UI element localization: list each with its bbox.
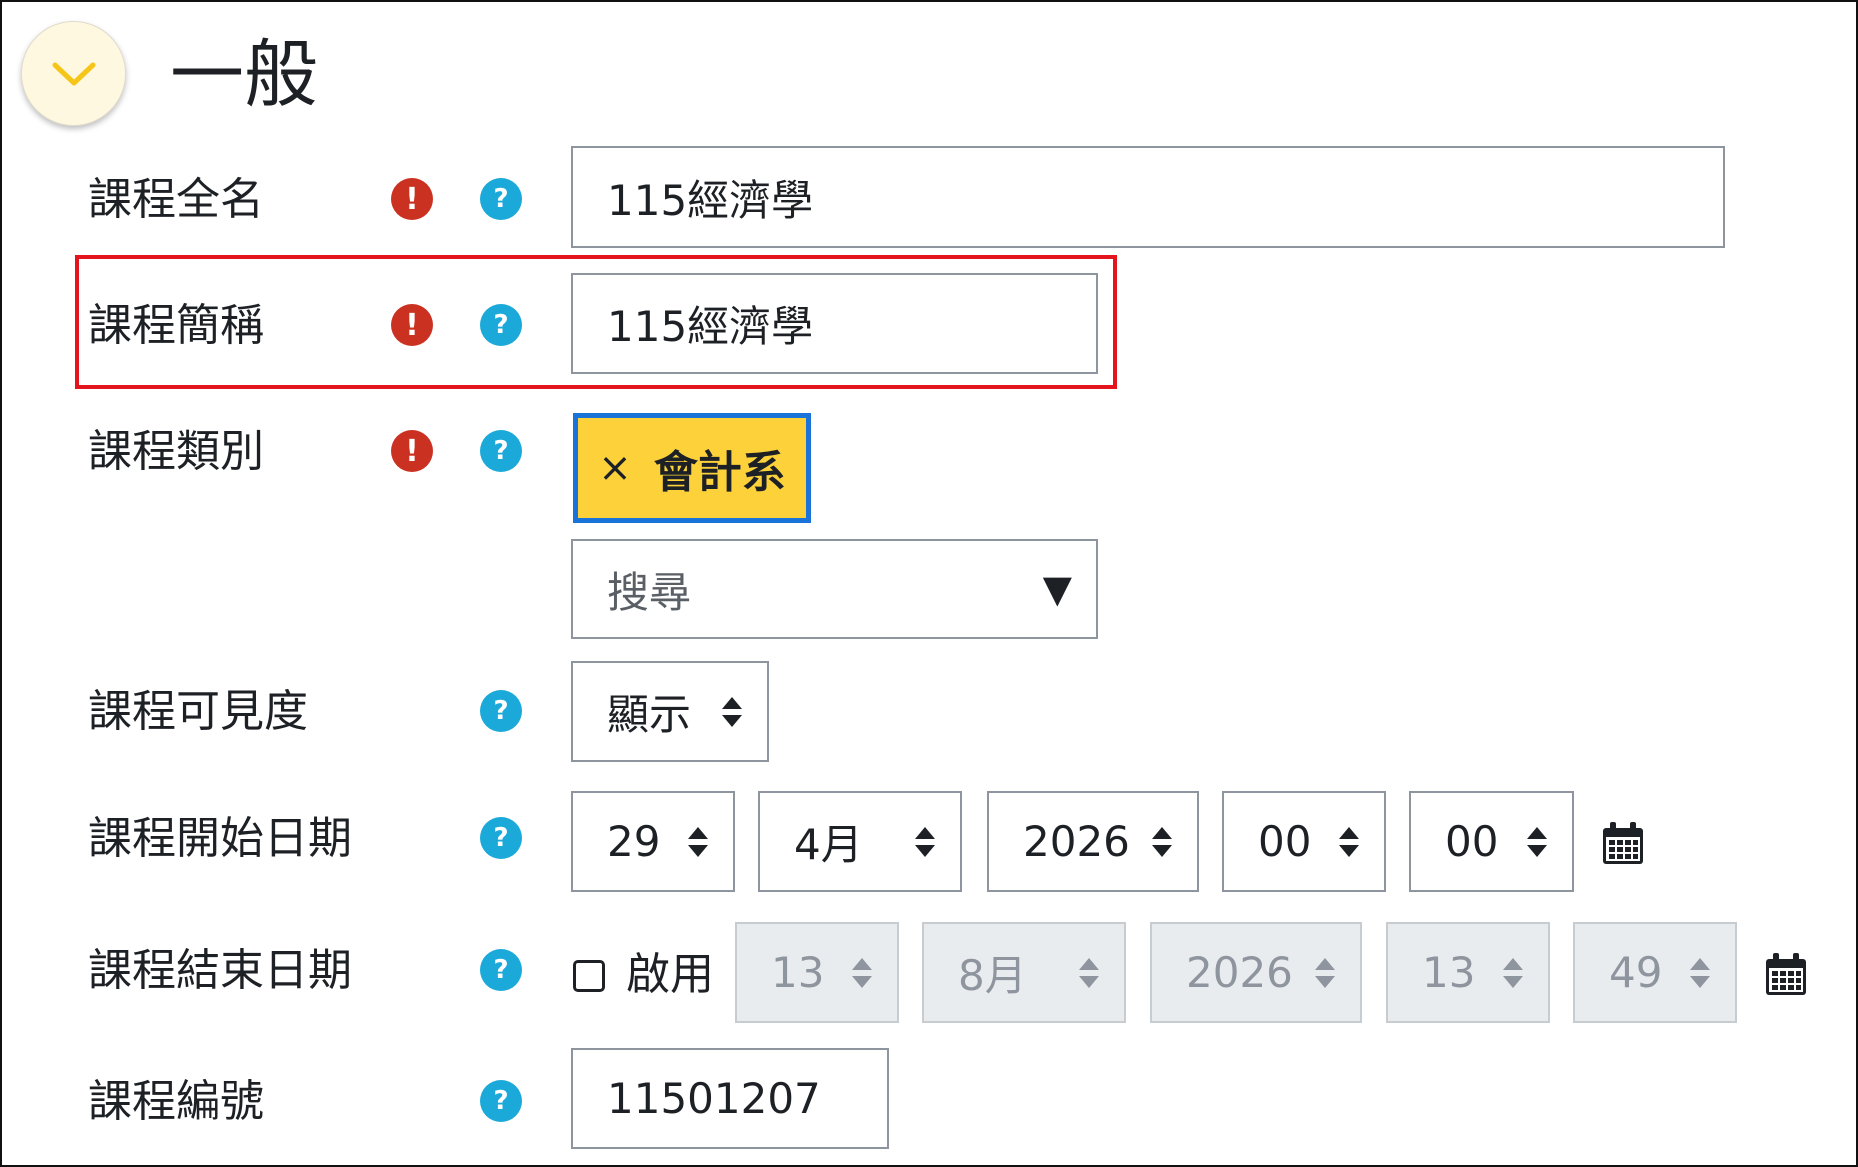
category-label: 課程類別	[88, 426, 264, 477]
visibility-select[interactable]: 顯示	[571, 661, 769, 762]
collapse-section-button[interactable]	[21, 21, 126, 126]
enddate-month-value: 8月	[958, 951, 1027, 1000]
calendar-icon[interactable]	[1766, 953, 1806, 995]
fullname-input[interactable]: 115經濟學	[571, 146, 1725, 248]
required-icon: !	[391, 430, 433, 472]
required-icon: !	[391, 178, 433, 220]
help-icon[interactable]: ?	[480, 178, 522, 220]
sort-arrows-icon	[722, 696, 742, 727]
help-icon[interactable]: ?	[480, 949, 522, 991]
sort-arrows-icon	[852, 957, 872, 988]
chevron-down-icon	[52, 62, 95, 85]
sort-arrows-icon	[915, 826, 935, 857]
enddate-minute-value: 49	[1609, 948, 1663, 997]
sort-arrows-icon	[1503, 957, 1523, 988]
idnumber-label: 課程編號	[88, 1076, 264, 1127]
startdate-minute-select[interactable]: 00	[1409, 791, 1574, 892]
enddate-enable-label[interactable]: 啟用	[626, 945, 714, 1005]
enddate-hour-value: 13	[1422, 948, 1476, 997]
category-tag[interactable]: × 會計系	[573, 413, 811, 523]
calendar-icon[interactable]	[1603, 822, 1643, 864]
startdate-year-value: 2026	[1023, 817, 1130, 866]
sort-arrows-icon	[1527, 826, 1547, 857]
enddate-month-select[interactable]: 8月	[922, 922, 1126, 1023]
sort-arrows-icon	[688, 826, 708, 857]
category-search-placeholder: 搜尋	[607, 567, 692, 617]
enddate-hour-select[interactable]: 13	[1386, 922, 1550, 1023]
category-tag-label: 會計系	[653, 447, 786, 498]
sort-arrows-icon	[1315, 957, 1335, 988]
section-title: 一般	[170, 32, 318, 118]
enddate-day-select[interactable]: 13	[735, 922, 899, 1023]
help-icon[interactable]: ?	[480, 690, 522, 732]
help-icon[interactable]: ?	[480, 817, 522, 859]
remove-tag-icon[interactable]: ×	[598, 445, 632, 491]
dropdown-arrow-icon: ▼	[1042, 567, 1072, 611]
shortname-input[interactable]: 115經濟學	[571, 273, 1098, 374]
visibility-label: 課程可見度	[88, 686, 308, 737]
enddate-enable-checkbox[interactable]	[573, 960, 605, 992]
enddate-minute-select[interactable]: 49	[1573, 922, 1737, 1023]
form-frame: 一般 課程全名 ! ? 115經濟學 課程簡稱 ! ? 115經濟學 課程類別 …	[0, 0, 1858, 1167]
sort-arrows-icon	[1339, 826, 1359, 857]
help-icon[interactable]: ?	[480, 1080, 522, 1122]
sort-arrows-icon	[1690, 957, 1710, 988]
startdate-month-select[interactable]: 4月	[758, 791, 962, 892]
category-search-dropdown[interactable]: 搜尋 ▼	[571, 539, 1098, 639]
fullname-value: 115經濟學	[607, 175, 814, 225]
startdate-minute-value: 00	[1445, 817, 1499, 866]
idnumber-input[interactable]: 11501207	[571, 1048, 889, 1149]
help-icon[interactable]: ?	[480, 304, 522, 346]
idnumber-value: 11501207	[607, 1074, 821, 1123]
startdate-year-select[interactable]: 2026	[987, 791, 1199, 892]
startdate-day-value: 29	[607, 817, 661, 866]
enddate-day-value: 13	[771, 948, 825, 997]
visibility-value: 顯示	[607, 690, 692, 739]
startdate-hour-select[interactable]: 00	[1222, 791, 1386, 892]
enddate-label: 課程結束日期	[88, 945, 352, 996]
shortname-value: 115經濟學	[607, 302, 814, 351]
startdate-hour-value: 00	[1258, 817, 1312, 866]
startdate-day-select[interactable]: 29	[571, 791, 735, 892]
startdate-month-value: 4月	[794, 820, 863, 869]
fullname-label: 課程全名	[88, 174, 264, 225]
help-icon[interactable]: ?	[480, 430, 522, 472]
sort-arrows-icon	[1079, 957, 1099, 988]
shortname-label: 課程簡稱	[88, 300, 264, 351]
startdate-label: 課程開始日期	[88, 813, 352, 864]
enddate-year-value: 2026	[1186, 948, 1293, 997]
sort-arrows-icon	[1152, 826, 1172, 857]
required-icon: !	[391, 304, 433, 346]
enddate-year-select[interactable]: 2026	[1150, 922, 1362, 1023]
